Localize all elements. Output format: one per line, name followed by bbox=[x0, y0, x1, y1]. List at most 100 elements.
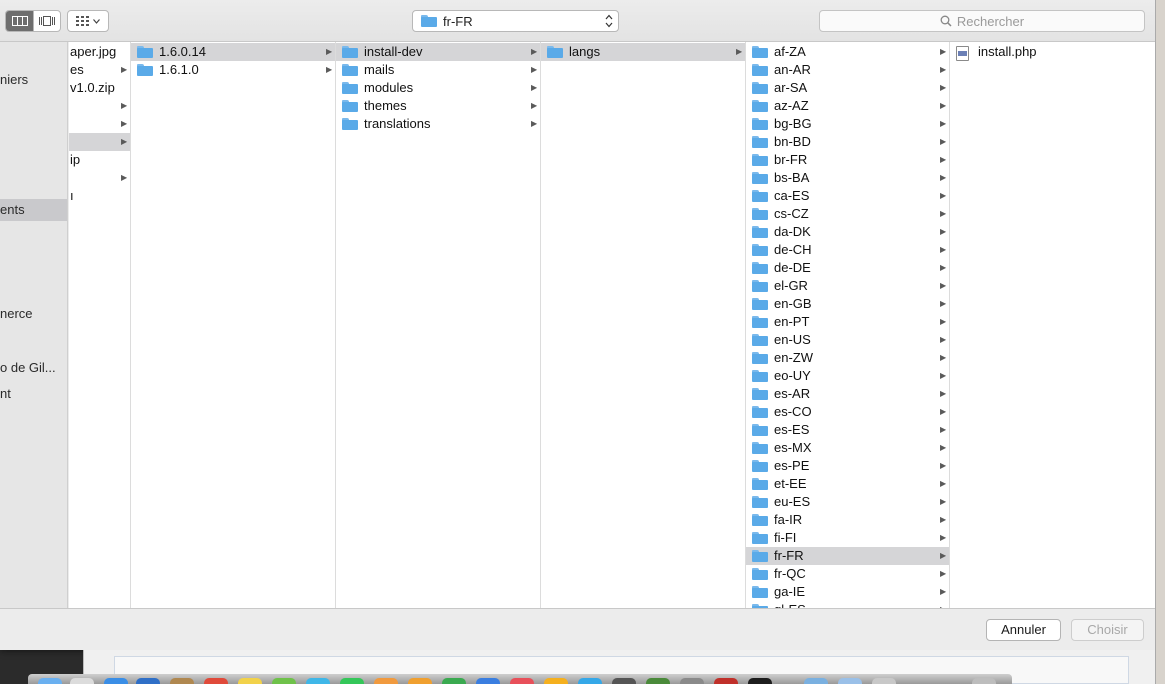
keynote-icon[interactable] bbox=[476, 678, 500, 684]
photos-icon[interactable] bbox=[374, 678, 398, 684]
folder-row[interactable]: az-AZ ▶ bbox=[746, 97, 949, 115]
ibooks-icon[interactable] bbox=[544, 678, 568, 684]
documents-folder-icon[interactable] bbox=[838, 678, 862, 684]
folder-row[interactable]: en-PT ▶ bbox=[746, 313, 949, 331]
file-row[interactable]: ip bbox=[69, 151, 130, 169]
terminal-icon[interactable] bbox=[748, 678, 772, 684]
row-icon bbox=[752, 460, 768, 472]
folder-row[interactable]: langs ▶ bbox=[541, 43, 745, 61]
arrange-button[interactable] bbox=[67, 10, 109, 32]
folder-row[interactable]: da-DK ▶ bbox=[746, 223, 949, 241]
file-row[interactable]: aper.jpg bbox=[69, 43, 130, 61]
folder-row[interactable]: es-CO ▶ bbox=[746, 403, 949, 421]
folder-row[interactable]: af-ZA ▶ bbox=[746, 43, 949, 61]
folder-row[interactable]: gl-ES ▶ bbox=[746, 601, 949, 608]
file-row[interactable]: ▶ bbox=[69, 97, 130, 115]
folder-row[interactable]: ca-ES ▶ bbox=[746, 187, 949, 205]
folder-row[interactable]: fr-FR ▶ bbox=[746, 547, 949, 565]
folder-row[interactable]: 1.6.0.14 ▶ bbox=[131, 43, 335, 61]
pages-icon[interactable] bbox=[408, 678, 432, 684]
folder-row[interactable]: et-EE ▶ bbox=[746, 475, 949, 493]
launchpad-icon[interactable] bbox=[70, 678, 94, 684]
sidebar-item[interactable]: nerce bbox=[0, 303, 67, 325]
file-row[interactable]: install.php bbox=[950, 43, 1155, 61]
folder-icon bbox=[752, 424, 768, 436]
sidebar-item[interactable]: niers bbox=[0, 69, 67, 91]
trash-icon[interactable] bbox=[972, 678, 996, 684]
calendar-icon[interactable] bbox=[204, 678, 228, 684]
file-row[interactable]: ▶ bbox=[69, 169, 130, 187]
sidebar-item[interactable]: nt bbox=[0, 383, 67, 405]
coverflow-view-button[interactable] bbox=[33, 11, 60, 31]
folder-row[interactable]: eo-UY ▶ bbox=[746, 367, 949, 385]
folder-row[interactable]: en-US ▶ bbox=[746, 331, 949, 349]
path-popup-button[interactable]: fr-FR bbox=[412, 10, 619, 32]
folder-row[interactable]: ga-IE ▶ bbox=[746, 583, 949, 601]
folder-row[interactable]: de-CH ▶ bbox=[746, 241, 949, 259]
system-preferences-icon[interactable] bbox=[612, 678, 636, 684]
itunes-icon[interactable] bbox=[510, 678, 534, 684]
notes-icon[interactable] bbox=[238, 678, 262, 684]
folder-row[interactable]: es-PE ▶ bbox=[746, 457, 949, 475]
numbers-icon[interactable] bbox=[442, 678, 466, 684]
row-icon bbox=[342, 82, 358, 94]
facetime-icon[interactable] bbox=[340, 678, 364, 684]
folder-row[interactable]: br-FR ▶ bbox=[746, 151, 949, 169]
disclosure-arrow-icon: ▶ bbox=[940, 209, 947, 218]
messages-icon[interactable] bbox=[306, 678, 330, 684]
folder-row[interactable]: de-DE ▶ bbox=[746, 259, 949, 277]
folder-row[interactable]: cs-CZ ▶ bbox=[746, 205, 949, 223]
row-label: an-AR bbox=[774, 62, 811, 77]
mail-icon[interactable] bbox=[136, 678, 160, 684]
browser-column: langs ▶ bbox=[541, 42, 746, 608]
cancel-button[interactable]: Annuler bbox=[986, 619, 1061, 641]
folder-row[interactable]: an-AR ▶ bbox=[746, 61, 949, 79]
folder-row[interactable]: es-ES ▶ bbox=[746, 421, 949, 439]
app-icon[interactable] bbox=[646, 678, 670, 684]
maps-icon[interactable] bbox=[272, 678, 296, 684]
file-row[interactable]: ı bbox=[69, 187, 130, 205]
file-row[interactable]: v1.0.zip bbox=[69, 79, 130, 97]
search-field[interactable]: Rechercher bbox=[819, 10, 1145, 32]
file-row[interactable]: ▶ bbox=[69, 133, 130, 151]
folder-row[interactable]: bs-BA ▶ bbox=[746, 169, 949, 187]
app-icon[interactable] bbox=[680, 678, 704, 684]
folder-row[interactable]: bg-BG ▶ bbox=[746, 115, 949, 133]
folder-row[interactable]: 1.6.1.0 ▶ bbox=[131, 61, 335, 79]
folder-row[interactable]: es-AR ▶ bbox=[746, 385, 949, 403]
folder-row[interactable]: ar-SA ▶ bbox=[746, 79, 949, 97]
folder-row[interactable]: bn-BD ▶ bbox=[746, 133, 949, 151]
folder-row[interactable]: mails ▶ bbox=[336, 61, 540, 79]
folder-row[interactable]: fa-IR ▶ bbox=[746, 511, 949, 529]
file-row[interactable]: ▶ bbox=[69, 115, 130, 133]
folder-row[interactable]: es-MX ▶ bbox=[746, 439, 949, 457]
folder-row[interactable]: themes ▶ bbox=[336, 97, 540, 115]
column-view-button[interactable] bbox=[6, 11, 33, 31]
app-store-icon[interactable] bbox=[578, 678, 602, 684]
folder-row[interactable]: en-GB ▶ bbox=[746, 295, 949, 313]
row-icon bbox=[752, 226, 768, 238]
folder-row[interactable]: modules ▶ bbox=[336, 79, 540, 97]
sidebar-item[interactable]: o de Gil... bbox=[0, 357, 67, 379]
finder-icon[interactable] bbox=[38, 678, 62, 684]
folder-row[interactable]: eu-ES ▶ bbox=[746, 493, 949, 511]
sidebar-item-selected[interactable]: ents bbox=[0, 199, 67, 221]
folder-row[interactable]: el-GR ▶ bbox=[746, 277, 949, 295]
dock bbox=[28, 674, 1012, 684]
file-row[interactable]: es ▶ bbox=[69, 61, 130, 79]
folder-row[interactable]: en-ZW ▶ bbox=[746, 349, 949, 367]
choose-button[interactable]: Choisir bbox=[1071, 619, 1144, 641]
safari-icon[interactable] bbox=[104, 678, 128, 684]
folder-row[interactable]: fi-FI ▶ bbox=[746, 529, 949, 547]
folder-icon bbox=[752, 64, 768, 76]
app-icon[interactable] bbox=[714, 678, 738, 684]
folder-row[interactable]: install-dev ▶ bbox=[336, 43, 540, 61]
folder-row[interactable]: fr-QC ▶ bbox=[746, 565, 949, 583]
contacts-icon[interactable] bbox=[170, 678, 194, 684]
folder-row[interactable]: translations ▶ bbox=[336, 115, 540, 133]
folder-icon bbox=[752, 370, 768, 382]
downloads-folder-icon[interactable] bbox=[804, 678, 828, 684]
stack-icon[interactable] bbox=[872, 678, 896, 684]
chevron-down-icon bbox=[93, 18, 100, 24]
row-label: install-dev bbox=[364, 44, 423, 59]
